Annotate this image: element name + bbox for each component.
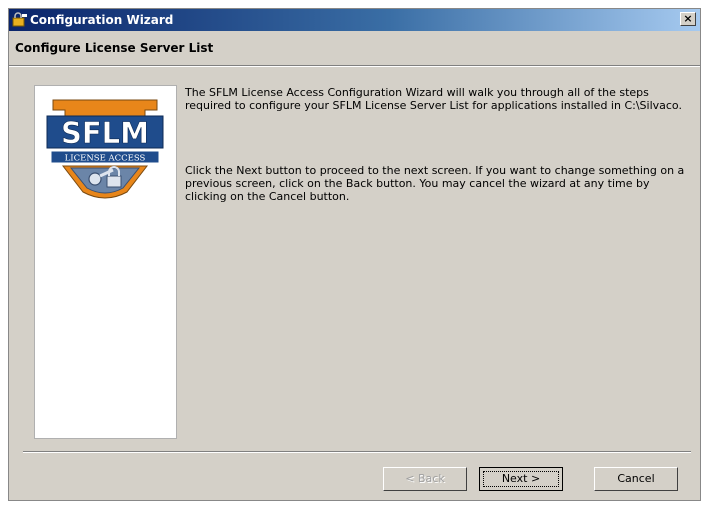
sflm-logo: SFLM LICENSE ACCESS <box>46 99 164 199</box>
wizard-app-icon <box>12 12 27 27</box>
logo-subtitle: LICENSE ACCESS <box>65 154 146 164</box>
footer-divider <box>23 451 691 453</box>
wizard-window: Configuration Wizard × Configure License… <box>8 8 701 501</box>
next-button[interactable]: Next > <box>479 467 563 491</box>
close-icon: × <box>683 12 693 25</box>
logo-brand: SFLM <box>61 116 149 150</box>
navigation-help-paragraph: Click the Next button to proceed to the … <box>185 164 685 203</box>
close-button[interactable]: × <box>680 12 696 26</box>
window-title: Configuration Wizard <box>30 13 174 27</box>
page-title: Configure License Server List <box>15 41 214 55</box>
title-bar[interactable]: Configuration Wizard × <box>9 9 700 31</box>
intro-paragraph: The SFLM License Access Configuration Wi… <box>185 86 682 112</box>
focus-ring <box>483 471 559 487</box>
back-button[interactable]: < Back <box>383 467 467 491</box>
header-divider <box>9 65 700 67</box>
logo-panel: SFLM LICENSE ACCESS <box>34 85 177 439</box>
cancel-button[interactable]: Cancel <box>594 467 678 491</box>
header-strip: Configure License Server List <box>9 31 700 65</box>
